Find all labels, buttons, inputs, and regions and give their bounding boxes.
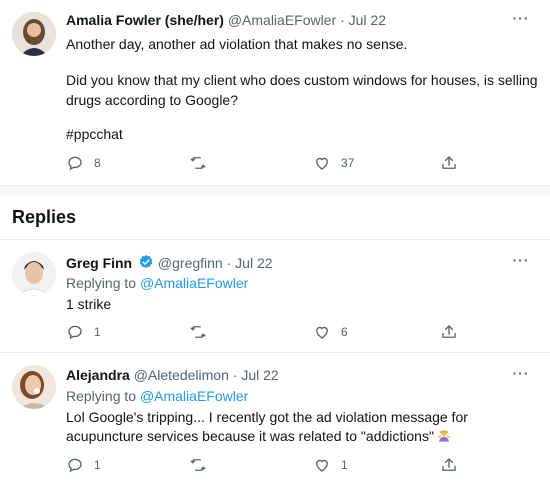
like-button[interactable]: 1 <box>313 456 348 474</box>
avatar[interactable] <box>12 252 56 296</box>
separator: · <box>228 367 242 383</box>
tweet-text-line-1: Another day, another ad violation that m… <box>66 36 408 52</box>
person-shrugging-emoji <box>437 430 451 442</box>
avatar[interactable] <box>12 12 56 56</box>
main-tweet[interactable]: Amalia Fowler (she/her) @AmaliaEFowler ·… <box>0 0 550 185</box>
tweet-text-line-2: Did you know that my client who does cus… <box>66 72 538 108</box>
reply-button[interactable]: 1 <box>66 456 101 474</box>
section-separator <box>0 186 550 196</box>
tweet-text: 1 strike <box>66 296 112 312</box>
heart-icon <box>316 459 328 472</box>
reply-icon <box>68 156 82 171</box>
reply-icon <box>68 458 82 473</box>
author-handle[interactable]: @AmaliaEFowler <box>228 12 336 28</box>
divider <box>0 185 550 186</box>
like-button[interactable]: 37 <box>313 154 354 172</box>
hashtag-link[interactable]: #ppcchat <box>66 124 123 144</box>
tweet-text-line-2: acupuncture services because it was rela… <box>66 428 434 444</box>
replying-to-link[interactable]: @AmaliaEFowler <box>140 388 248 404</box>
like-count: 6 <box>341 325 348 339</box>
reply-count: 8 <box>94 156 101 170</box>
share-icon <box>442 325 456 338</box>
more-icon[interactable]: ··· <box>511 253 531 272</box>
reply-count: 1 <box>94 325 101 339</box>
retweet-icon <box>190 157 206 169</box>
share-icon <box>442 156 456 169</box>
heart-icon <box>316 157 328 170</box>
reply-tweet[interactable]: Alejandra @Aletedelimon · Jul 22 ··· Rep… <box>0 353 550 485</box>
reply-icon <box>68 325 82 340</box>
retweet-icon <box>190 326 206 338</box>
retweet-button[interactable] <box>189 154 217 172</box>
replying-to-label: Replying to <box>66 388 140 404</box>
share-button[interactable] <box>440 456 458 474</box>
heart-icon <box>316 326 328 339</box>
tweet-date[interactable]: Jul 22 <box>241 367 278 383</box>
reply-button[interactable]: 8 <box>66 154 101 172</box>
avatar[interactable] <box>12 365 56 409</box>
separator: · <box>222 255 236 271</box>
replying-to-label: Replying to <box>66 275 140 291</box>
replies-heading: Replies <box>12 207 77 227</box>
tweet-text-line-1: Lol Google's tripping... I recently got … <box>66 409 468 425</box>
reply-tweet[interactable]: Greg Finn @gregfinn · Jul 22 ··· Replyin… <box>0 240 550 352</box>
tweet-date[interactable]: Jul 22 <box>235 255 272 271</box>
like-count: 37 <box>341 156 355 170</box>
share-icon <box>442 458 456 471</box>
share-button[interactable] <box>440 154 458 172</box>
tweet-date[interactable]: Jul 22 <box>349 12 386 28</box>
replying-to-link[interactable]: @AmaliaEFowler <box>140 275 248 291</box>
more-icon[interactable]: ··· <box>511 366 531 385</box>
author-handle[interactable]: @gregfinn <box>158 255 223 271</box>
author-name[interactable]: Alejandra <box>66 367 130 383</box>
author-handle[interactable]: @Aletedelimon <box>134 367 229 383</box>
author-name[interactable]: Greg Finn <box>66 255 132 271</box>
separator: · <box>336 12 349 28</box>
retweet-button[interactable] <box>189 456 217 474</box>
share-button[interactable] <box>440 323 458 341</box>
retweet-icon <box>190 459 206 471</box>
like-button[interactable]: 6 <box>313 323 348 341</box>
more-icon[interactable]: ··· <box>511 11 531 30</box>
verified-badge-icon <box>139 255 153 269</box>
retweet-button[interactable] <box>189 323 217 341</box>
reply-count: 1 <box>94 458 101 472</box>
author-name[interactable]: Amalia Fowler (she/her) <box>66 12 224 28</box>
like-count: 1 <box>341 458 348 472</box>
reply-button[interactable]: 1 <box>66 323 101 341</box>
